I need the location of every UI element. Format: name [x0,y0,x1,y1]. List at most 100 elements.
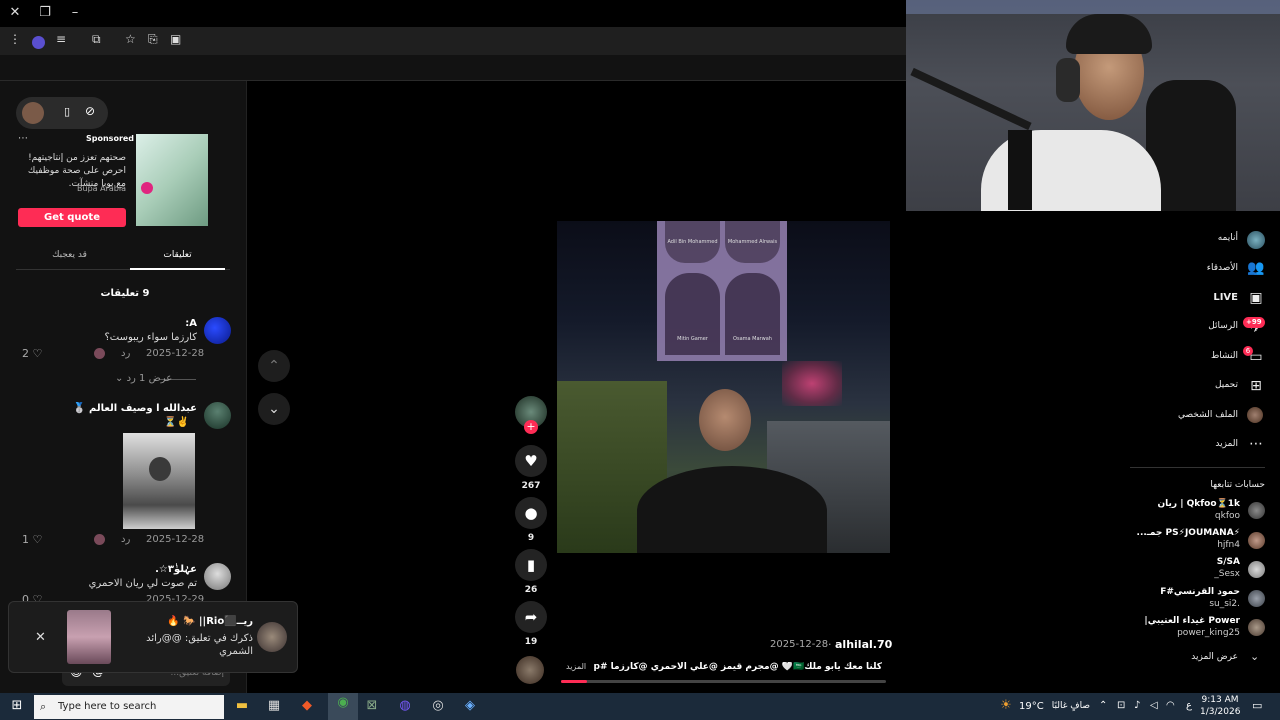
account-pill[interactable]: ▯ ⊘ [16,97,108,129]
language-indicator[interactable]: ع [1186,700,1192,711]
store-icon[interactable]: ▦ [263,696,285,716]
comment-author[interactable]: عبدالله ا وصيف العالم 🥈 [60,403,197,414]
discord-icon[interactable]: ◍ [394,696,416,716]
following-account-name[interactable]: Qkfoo⏳1k | ريان [1090,499,1240,509]
friends-icon[interactable]: 👥 [1247,260,1265,276]
avatar[interactable] [1247,231,1265,249]
show-hidden-icons[interactable]: ⌃ [1099,700,1107,711]
like-count: 1 [22,533,29,546]
nav-item-activity[interactable]: النشاط [1128,351,1238,361]
avatar[interactable] [1248,532,1265,549]
weather-text[interactable]: صافٍ غالبًا [1050,701,1090,711]
avatar[interactable] [1248,590,1265,607]
obs-icon[interactable]: ◎ [427,696,449,716]
avatar[interactable] [1248,502,1265,519]
avatar[interactable] [1248,561,1265,578]
nav-item-messages[interactable]: الرسائل [1128,321,1238,331]
avatar[interactable] [204,402,231,429]
profile-icon[interactable] [1247,407,1265,423]
video-progress-track[interactable] [561,680,886,683]
avatar[interactable] [204,563,231,590]
mention-notification[interactable]: ✕ ريــ⬛Rio|| 🐎 🔥 ذكرك في تعليق: @@رائد ا… [8,601,298,673]
nav-item-friends[interactable]: الأصدقاء [1128,263,1238,273]
tab-comments[interactable]: تعليقات [130,250,225,260]
extensions-icon[interactable]: ⧉ [92,32,101,47]
comment-author[interactable]: A: [60,318,197,329]
see-more-following[interactable]: عرض المزيد [1128,652,1238,662]
profile-icon[interactable] [32,36,45,49]
comment-like-count[interactable]: 2 ♡ [22,347,42,360]
sound-disc-icon[interactable] [516,656,544,684]
next-video-button[interactable]: ⌄ [258,393,290,425]
more-icon[interactable]: ⋯ [1247,436,1265,452]
xbox-icon[interactable]: ⊠ [361,696,383,716]
more-options-icon[interactable]: ⋯ [18,133,28,144]
follow-plus-icon[interactable]: + [524,420,538,434]
reply-button[interactable]: رد [121,348,130,359]
nav-item-anime[interactable]: أنايمه [1128,233,1238,243]
brave-icon[interactable]: ◆ [296,696,318,716]
upload-icon[interactable]: ⊞ [1247,378,1265,394]
share-icon[interactable]: ⎘ [148,32,158,47]
previous-video-button[interactable]: ⌃ [258,350,290,382]
speaker-icon[interactable]: ◁ [1150,700,1158,711]
following-account-name[interactable]: Power غيداء العتيبي| [1090,616,1240,626]
avatar[interactable] [22,102,44,124]
video-player[interactable]: Adil Bin Mohammed Mohammed Alrwais Mitin… [557,221,890,553]
ad-image[interactable] [136,134,208,226]
file-explorer-icon[interactable]: ▬ [231,696,253,716]
avatar[interactable] [1248,619,1265,636]
comment-text: كارزما سواء ريبوست؟ [104,332,197,343]
reply-button[interactable]: رد [121,534,130,545]
restore-window-button[interactable]: ❐ [35,5,55,23]
get-quote-button[interactable]: Get quote [18,208,126,227]
clock-time[interactable]: 9:13 AM [1200,695,1240,705]
tab-you-may-like[interactable]: قد يعجبك [22,250,117,260]
windows-start-icon[interactable]: ⊞ [6,696,28,716]
poster-name: Osama Marwah [733,336,772,342]
chevron-down-icon[interactable]: ⌄ [1250,650,1259,663]
comment-button[interactable]: ● [515,497,547,529]
following-account-name[interactable]: ⚡PS⚡JOUMANA جمـ... [1090,528,1240,538]
notifications-icon[interactable]: ▭ [1252,699,1262,712]
wifi-icon[interactable]: ◠ [1166,700,1175,711]
nav-item-more[interactable]: المزيد [1128,439,1238,449]
cast-icon[interactable]: ▣ [170,32,181,46]
heart-outline-icon[interactable]: ♡ [33,347,43,360]
comment-text: تم صوت لي ريان الاحمري [88,578,197,589]
following-account-name[interactable]: حمود القرنسي#F [1090,587,1240,597]
phone-icon[interactable]: ▯ [64,105,70,118]
bupa-logo-icon [141,182,153,194]
view-replies-button[interactable]: عرض 1 رد ⌄ [115,373,172,384]
video-author[interactable]: alhilal.70 [835,638,892,651]
microphone-icon[interactable]: ♪ [1134,700,1140,711]
save-button[interactable]: ▮ [515,549,547,581]
close-notification-button[interactable]: ✕ [35,630,46,645]
compass-icon[interactable]: ⊘ [85,104,95,118]
clock-date[interactable]: 1/3/2026 [1200,707,1240,717]
live-icon[interactable]: ▣ [1247,290,1265,306]
minimize-window-button[interactable]: – [65,5,85,23]
menu-icon[interactable]: ⋮ [9,32,21,46]
avatar[interactable] [204,317,231,344]
caption-more-button[interactable]: المزيد [566,662,586,671]
weather-temp[interactable]: 19°C [1019,701,1044,712]
nav-item-upload[interactable]: تحميل [1128,380,1238,390]
comment-author[interactable]: عہٰلوٰ٣ٰ☆. [60,564,197,575]
taskbar-search[interactable]: ⌕ Type here to search [34,695,224,719]
nav-item-profile[interactable]: الملف الشخصي [1128,410,1238,420]
share-button[interactable]: ➦ [515,601,547,633]
chrome-icon[interactable]: ◉ [328,693,358,720]
reading-list-icon[interactable]: ≡ [56,32,66,46]
close-window-button[interactable]: ✕ [5,5,25,23]
following-account-name[interactable]: S/SA [1090,557,1240,567]
like-button[interactable]: ♥ [515,445,547,477]
heart-outline-icon[interactable]: ♡ [33,533,43,546]
bookmark-star-icon[interactable]: ☆ [125,32,136,46]
comment-image[interactable] [123,433,195,529]
nav-item-live[interactable]: LIVE [1128,292,1238,303]
weather-icon[interactable]: ☀ [995,696,1017,716]
comment-like-count[interactable]: 1 ♡ [22,533,42,546]
steam-icon[interactable]: ◈ [459,696,481,716]
network-icon[interactable]: ⊡ [1117,700,1125,711]
